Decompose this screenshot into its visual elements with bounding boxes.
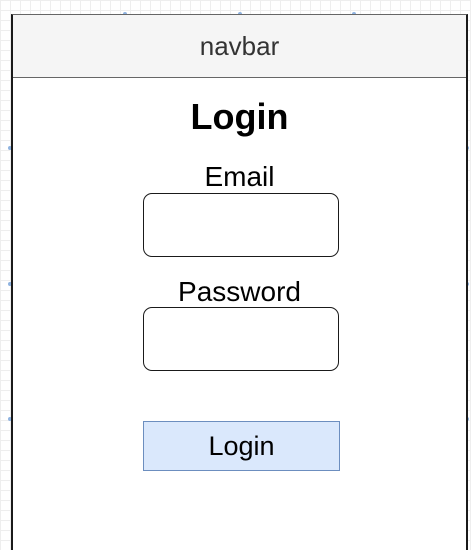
email-label: Email xyxy=(204,161,275,192)
phone-frame: navbar Login Email Password Login xyxy=(11,14,468,550)
navbar-label: navbar xyxy=(199,30,280,61)
password-label: Password xyxy=(178,276,301,307)
email-field[interactable] xyxy=(143,193,339,257)
diagram-canvas: navbar Login Email Password Login xyxy=(0,0,471,550)
password-field[interactable] xyxy=(143,307,339,371)
navbar[interactable]: navbar xyxy=(13,15,466,78)
page-title: Login xyxy=(190,96,289,137)
login-button[interactable]: Login xyxy=(143,421,340,471)
